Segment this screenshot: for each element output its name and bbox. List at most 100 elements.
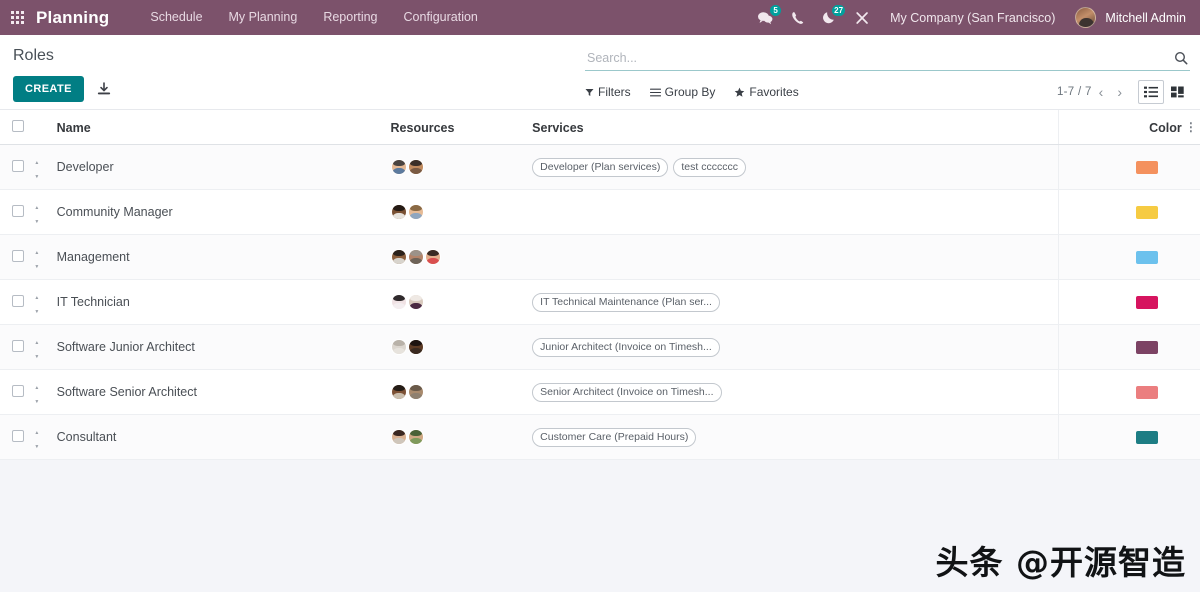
drag-handle-icon[interactable]: ▲ ▼ xyxy=(34,160,39,180)
page-body: Roles CREATE Search... Filters Group By … xyxy=(0,35,1200,592)
favorites-label: Favorites xyxy=(749,85,799,99)
column-header-color[interactable]: Color xyxy=(1057,110,1182,145)
service-tag: Senior Architect (Invoice on Timesh... xyxy=(532,382,722,402)
table-row[interactable]: ▲ ▼ Software Junior Architect Junior Archit… xyxy=(0,324,1200,370)
menu-item-my-planning[interactable]: My Planning xyxy=(216,0,311,35)
table-row[interactable]: ▲ ▼ Software Senior Architect Senior Archit… xyxy=(0,369,1200,415)
filters-button[interactable]: Filters xyxy=(585,85,631,99)
phone-icon[interactable] xyxy=(782,0,813,35)
cell-resources xyxy=(390,144,533,190)
group-by-button[interactable]: Group By xyxy=(649,85,715,99)
vertical-dots-icon[interactable]: ⋮ xyxy=(1182,121,1200,133)
filters-label: Filters xyxy=(598,85,631,99)
search-icon[interactable] xyxy=(1170,51,1188,65)
drag-handle-icon[interactable]: ▲ ▼ xyxy=(34,250,39,270)
cell-resources xyxy=(390,324,533,370)
upload-import-icon[interactable] xyxy=(97,82,111,96)
cell-name: IT Technician xyxy=(56,279,391,325)
main-menu: Schedule My Planning Reporting Configura… xyxy=(137,0,490,35)
avatar xyxy=(407,384,424,400)
row-checkbox[interactable] xyxy=(12,429,24,442)
avatar xyxy=(390,339,407,355)
cell-color[interactable] xyxy=(1057,369,1182,415)
apps-grid-icon[interactable] xyxy=(0,0,34,35)
list-view-icon[interactable] xyxy=(1138,80,1164,104)
clock-icon[interactable]: 27 xyxy=(813,0,846,35)
menu-item-reporting[interactable]: Reporting xyxy=(310,0,390,35)
cell-services xyxy=(532,189,1059,235)
cell-color[interactable] xyxy=(1057,324,1182,370)
cell-optional xyxy=(1181,144,1200,190)
bug-close-icon[interactable] xyxy=(846,0,878,35)
chevron-right-icon[interactable]: › xyxy=(1110,85,1129,99)
drag-handle-icon[interactable]: ▲ ▼ xyxy=(34,340,39,360)
cell-color[interactable] xyxy=(1057,144,1182,190)
cell-optional xyxy=(1181,414,1200,460)
menu-item-schedule[interactable]: Schedule xyxy=(137,0,215,35)
control-panel: Roles CREATE Search... Filters Group By … xyxy=(0,35,1200,110)
row-checkbox[interactable] xyxy=(12,204,24,217)
drag-handle-icon[interactable]: ▲ ▼ xyxy=(34,205,39,225)
table-row[interactable]: ▲ ▼ Management xyxy=(0,234,1200,280)
service-tag: Developer (Plan services) xyxy=(532,157,669,177)
drag-handle-icon[interactable]: ▲ ▼ xyxy=(34,295,39,315)
color-swatch[interactable] xyxy=(1135,161,1158,175)
messages-icon[interactable]: 5 xyxy=(748,0,782,35)
color-swatch[interactable] xyxy=(1135,251,1158,265)
column-header-name[interactable]: Name xyxy=(56,110,391,145)
row-checkbox[interactable] xyxy=(12,249,24,262)
row-checkbox[interactable] xyxy=(12,294,24,307)
row-drag-handle-cell: ▲ ▼ xyxy=(34,189,57,235)
resource-avatars xyxy=(390,204,533,220)
optional-columns-header: ⋮ xyxy=(1181,110,1200,145)
avatar xyxy=(390,249,407,265)
color-swatch[interactable] xyxy=(1135,341,1158,355)
drag-handle-icon[interactable]: ▲ ▼ xyxy=(34,385,39,405)
search-input[interactable] xyxy=(587,50,1170,65)
company-selector[interactable]: My Company (San Francisco) xyxy=(878,11,1065,25)
cell-name: Software Junior Architect xyxy=(56,324,391,370)
cell-resources xyxy=(390,234,533,280)
drag-handle-icon[interactable]: ▲ ▼ xyxy=(34,430,39,450)
user-menu[interactable]: Mitchell Admin xyxy=(1065,7,1192,28)
user-name-label: Mitchell Admin xyxy=(1105,10,1186,25)
color-swatch[interactable] xyxy=(1135,296,1158,310)
column-header-resources[interactable]: Resources xyxy=(390,110,533,145)
avatar xyxy=(1075,7,1097,28)
service-tags: Developer (Plan services) test ccccccc xyxy=(532,157,1058,177)
table-header: Name Resources Services Color ⋮ xyxy=(0,110,1200,145)
cell-color[interactable] xyxy=(1057,279,1182,325)
service-tag: Junior Architect (Invoice on Timesh... xyxy=(532,337,720,357)
row-checkbox[interactable] xyxy=(12,159,24,172)
color-swatch[interactable] xyxy=(1135,431,1158,445)
cell-color[interactable] xyxy=(1057,189,1182,235)
resource-avatars xyxy=(390,339,533,355)
cell-color[interactable] xyxy=(1057,414,1182,460)
service-tag: IT Technical Maintenance (Plan ser... xyxy=(532,292,720,312)
avatar xyxy=(407,339,424,355)
table-row[interactable]: ▲ ▼ Developer Developer (Plan services) test… xyxy=(0,144,1200,190)
avatar xyxy=(407,204,424,220)
select-all-checkbox[interactable] xyxy=(12,120,24,132)
row-checkbox[interactable] xyxy=(12,339,24,352)
service-tags: Customer Care (Prepaid Hours) xyxy=(532,427,1058,447)
create-button[interactable]: CREATE xyxy=(13,76,84,102)
favorites-button[interactable]: Favorites xyxy=(734,85,799,99)
table-row[interactable]: ▲ ▼ Consultant Customer Care (Prepaid Hours… xyxy=(0,414,1200,460)
cell-color[interactable] xyxy=(1057,234,1182,280)
cell-name: Consultant xyxy=(56,414,391,460)
app-brand-planning[interactable]: Planning xyxy=(34,8,115,28)
column-header-services[interactable]: Services xyxy=(532,110,1059,145)
chevron-left-icon[interactable]: ‹ xyxy=(1092,85,1111,99)
row-checkbox[interactable] xyxy=(12,384,24,397)
kanban-view-icon[interactable] xyxy=(1164,80,1190,104)
row-select-cell xyxy=(0,324,35,370)
table-row[interactable]: ▲ ▼ Community Manager xyxy=(0,189,1200,235)
search-bar[interactable] xyxy=(585,45,1190,71)
color-swatch[interactable] xyxy=(1135,386,1158,400)
color-swatch[interactable] xyxy=(1135,206,1158,220)
table-row[interactable]: ▲ ▼ IT Technician IT Technical Maintenance … xyxy=(0,279,1200,325)
menu-item-configuration[interactable]: Configuration xyxy=(391,0,491,35)
row-drag-handle-cell: ▲ ▼ xyxy=(34,144,57,190)
row-select-cell xyxy=(0,279,35,325)
